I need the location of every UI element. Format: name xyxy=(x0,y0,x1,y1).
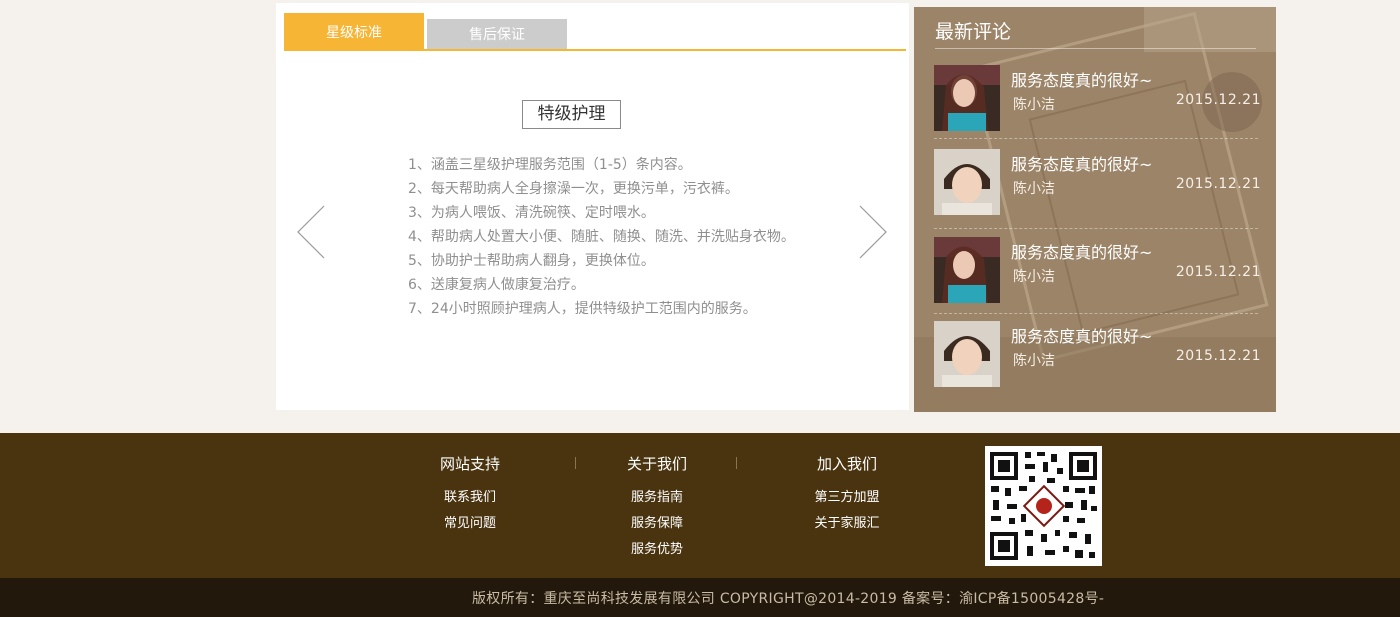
service-item: 6、送康复病人做康复治疗。 xyxy=(408,277,585,293)
service-item: 1、涵盖三星级护理服务范围（1-5）条内容。 xyxy=(408,157,692,173)
service-item: 5、协助护士帮助病人翻身，更换体位。 xyxy=(408,253,655,269)
chevron-left-icon[interactable] xyxy=(295,203,329,263)
comments-title: 最新评论 xyxy=(935,21,1012,43)
footer: 网站支持 联系我们 常见问题 关于我们 服务指南 服务保障 服务优势 加入我们 … xyxy=(0,433,1400,578)
comment-author: 陈小洁 xyxy=(1013,181,1055,197)
divider xyxy=(575,457,576,469)
latest-comments-panel: 最新评论 服务态度真的很好~ 陈小洁 2015.12.21 服务态度真的很好~ … xyxy=(914,7,1276,412)
comment-text: 服务态度真的很好~ xyxy=(1011,155,1153,174)
avatar xyxy=(934,149,1000,215)
comment-item[interactable]: 服务态度真的很好~ 陈小洁 2015.12.21 xyxy=(934,321,1261,387)
comment-item[interactable]: 服务态度真的很好~ 陈小洁 2015.12.21 xyxy=(934,237,1261,303)
divider xyxy=(934,228,1258,229)
comment-date: 2015.12.21 xyxy=(1175,348,1261,364)
footer-link-advantage[interactable]: 服务优势 xyxy=(607,537,707,563)
service-item-list: 1、涵盖三星级护理服务范围（1-5）条内容。 2、每天帮助病人全身擦澡一次，更换… xyxy=(408,153,795,321)
comment-author: 陈小洁 xyxy=(1013,97,1055,113)
comment-text: 服务态度真的很好~ xyxy=(1011,243,1153,262)
footer-heading: 关于我们 xyxy=(626,455,687,473)
footer-link-about-jiafuhui[interactable]: 关于家服汇 xyxy=(792,511,902,537)
divider xyxy=(934,138,1258,139)
divider xyxy=(736,457,737,469)
divider xyxy=(934,313,1258,314)
service-item: 4、帮助病人处置大小便、随脏、随换、随洗、并洗贴身衣物。 xyxy=(408,229,795,245)
footer-column-support: 网站支持 联系我们 常见问题 xyxy=(420,451,520,537)
comment-text: 服务态度真的很好~ xyxy=(1011,71,1153,90)
chevron-right-icon[interactable] xyxy=(855,203,889,263)
footer-link-guide[interactable]: 服务指南 xyxy=(607,485,707,511)
tab-after-sales[interactable]: 售后保证 xyxy=(427,19,567,49)
avatar xyxy=(934,65,1000,131)
level-title: 特级护理 xyxy=(522,100,621,129)
comment-author: 陈小洁 xyxy=(1013,353,1055,369)
footer-link-guarantee[interactable]: 服务保障 xyxy=(607,511,707,537)
comment-item[interactable]: 服务态度真的很好~ 陈小洁 2015.12.21 xyxy=(934,149,1261,215)
tab-bar: 星级标准 售后保证 xyxy=(284,13,906,51)
divider xyxy=(935,48,1256,49)
footer-column-about: 关于我们 服务指南 服务保障 服务优势 xyxy=(607,451,707,563)
footer-heading: 加入我们 xyxy=(816,455,877,473)
avatar xyxy=(934,321,1000,387)
footer-column-join: 加入我们 第三方加盟 关于家服汇 xyxy=(792,451,902,537)
qr-code-icon xyxy=(985,446,1102,566)
comment-text: 服务态度真的很好~ xyxy=(1011,327,1153,346)
tab-star-standard[interactable]: 星级标准 xyxy=(284,13,424,49)
comment-date: 2015.12.21 xyxy=(1175,176,1261,192)
copyright-text: 版权所有：重庆至尚科技发展有限公司 COPYRIGHT@2014-2019 备案… xyxy=(472,591,1105,607)
footer-link-contact[interactable]: 联系我们 xyxy=(420,485,520,511)
comment-item[interactable]: 服务态度真的很好~ 陈小洁 2015.12.21 xyxy=(934,65,1261,131)
service-item: 3、为病人喂饭、清洗碗筷、定时喂水。 xyxy=(408,205,655,221)
avatar xyxy=(934,237,1000,303)
comment-date: 2015.12.21 xyxy=(1175,264,1261,280)
footer-link-franchise[interactable]: 第三方加盟 xyxy=(792,485,902,511)
service-item: 7、24小时照顾护理病人，提供特级护工范围内的服务。 xyxy=(408,301,757,317)
service-item: 2、每天帮助病人全身擦澡一次，更换污单，污衣裤。 xyxy=(408,181,739,197)
footer-heading: 网站支持 xyxy=(439,455,500,473)
service-standard-panel: 星级标准 售后保证 特级护理 1、涵盖三星级护理服务范围（1-5）条内容。 2、… xyxy=(276,3,909,410)
copyright-bar: 版权所有：重庆至尚科技发展有限公司 COPYRIGHT@2014-2019 备案… xyxy=(0,578,1400,617)
comment-date: 2015.12.21 xyxy=(1175,92,1261,108)
footer-link-faq[interactable]: 常见问题 xyxy=(420,511,520,537)
comment-author: 陈小洁 xyxy=(1013,269,1055,285)
